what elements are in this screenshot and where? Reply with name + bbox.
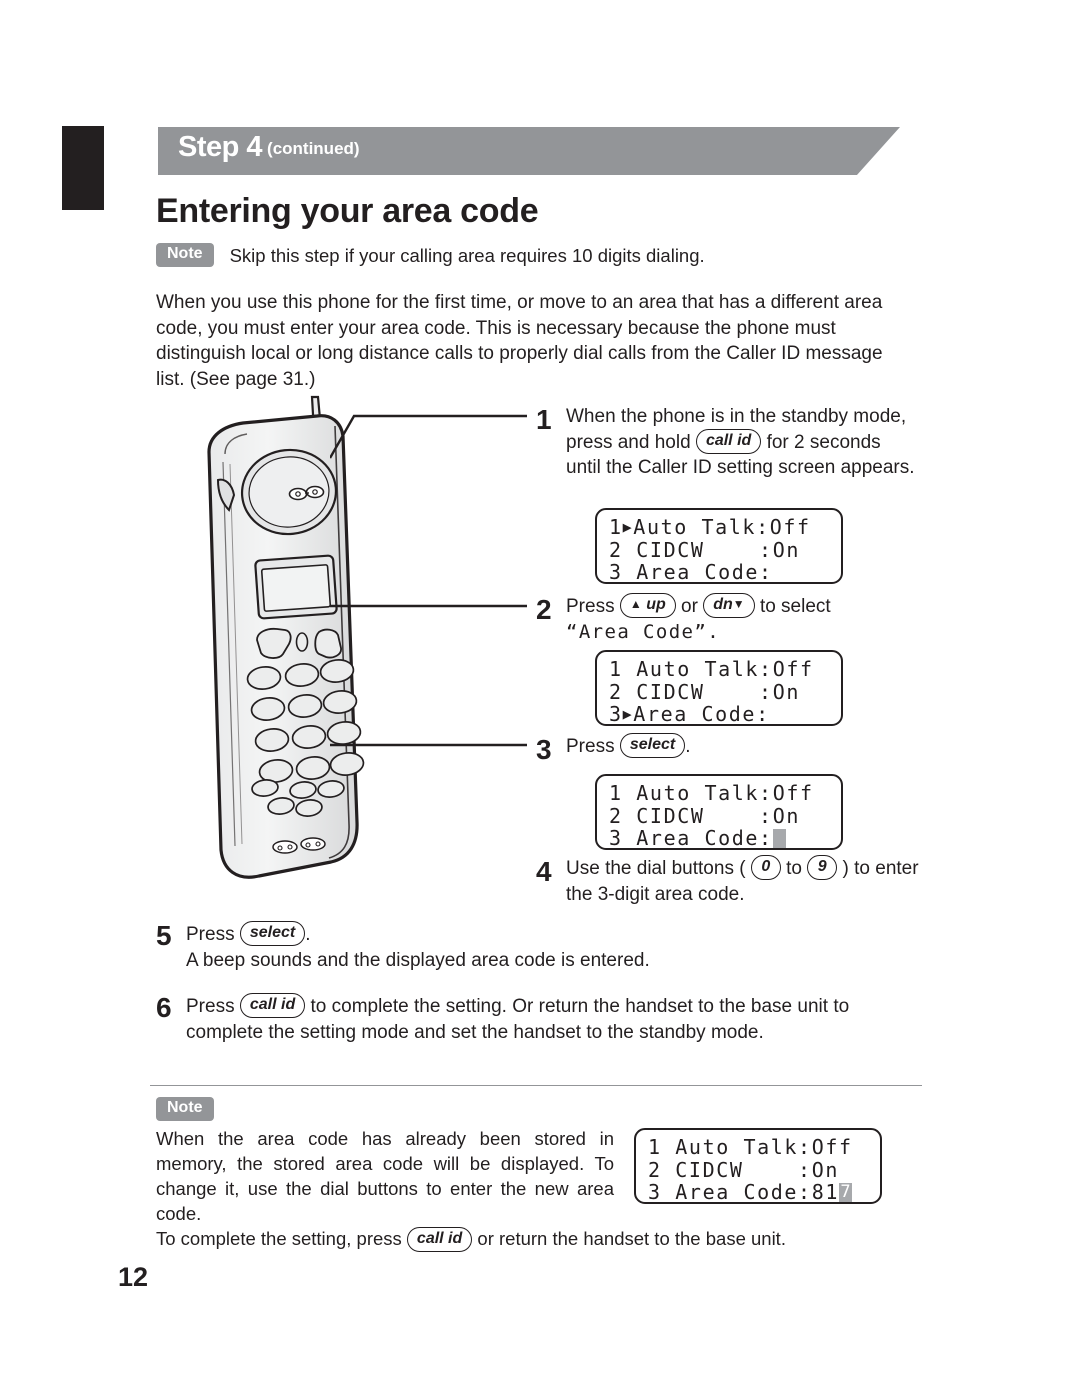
bottom-note-footer-part2: or return the handset to the base unit. — [477, 1228, 786, 1249]
step-4-text: Use the dial buttons ( 0 to 9 ) to enter… — [566, 855, 926, 907]
step-5: 5 Press select. A beep sounds and the di… — [156, 920, 916, 973]
lcd-cursor-block — [772, 828, 786, 848]
step-3-text: Press select. — [566, 733, 691, 760]
call-id-key[interactable]: call id — [406, 1226, 473, 1252]
triangle-down-icon: ▼ — [732, 597, 745, 612]
lcd3-line3-text: 3 Area Code: — [609, 826, 773, 850]
step-5-number: 5 — [156, 920, 172, 951]
step-6-text: Press call id to complete the setting. O… — [186, 993, 931, 1045]
bottom-note-footer-part1: To complete the setting, press — [156, 1228, 402, 1249]
step-3-text-part1: Press — [566, 736, 615, 757]
step-banner-label: Step 4 (continued) — [178, 131, 360, 164]
step-2: 2 Press ▲ up or dn▼ to select “Area Code… — [536, 593, 916, 645]
lcd2-line3-marker: 3 — [609, 702, 623, 726]
step-2-quoted-menu-item: “Area Code”. — [566, 620, 721, 643]
section-divider — [150, 1085, 922, 1086]
selection-arrow-icon: ▶ — [622, 517, 634, 536]
triangle-up-icon: ▲ — [629, 597, 642, 612]
step-5-text-part1: Press — [186, 924, 235, 945]
step-3-text-part2: . — [685, 736, 691, 757]
bottom-note-footer: To complete the setting, press call id o… — [156, 1226, 926, 1253]
lcd-screen-1: 1 ▶ Auto Talk:Off 2 CIDCW :On 3 Area Code: — [595, 508, 843, 584]
step-1-number: 1 — [536, 404, 552, 435]
dial-key-9[interactable]: 9 — [807, 855, 838, 881]
lcd1-line1-text: Auto Talk:Off — [633, 515, 811, 539]
step-5-subtext: A beep sounds and the displayed area cod… — [186, 949, 650, 971]
lcd-cursor-block: 7 — [838, 1181, 852, 1202]
step-3: 3 Press select. — [536, 733, 916, 765]
manual-page: Step 4 (continued) Entering your area cod… — [0, 0, 1080, 1386]
callout-leader-lines — [328, 392, 560, 792]
lcd1-line3: 3 Area Code: — [609, 560, 773, 584]
step-5-text-part2: . — [305, 924, 311, 945]
step-banner-number: Step 4 — [178, 131, 263, 163]
step-4-number: 4 — [536, 856, 552, 887]
bottom-note-badge-wrap: Note — [156, 1097, 214, 1121]
up-key-label: up — [646, 596, 666, 614]
step-4-text-part1: Use the dial buttons ( — [566, 858, 746, 879]
selection-arrow-icon: ▶ — [622, 704, 634, 723]
step-6-text-part1: Press — [186, 996, 235, 1017]
step-5-text: Press select. A beep sounds and the disp… — [186, 921, 650, 973]
step-4-text-to: to — [786, 858, 802, 879]
step-banner: Step 4 (continued) — [158, 127, 900, 175]
lcd-screen-2: 1 Auto Talk:Off 2 CIDCW :On 3 ▶ Area Code: — [595, 650, 843, 726]
step-2-text-part2: to select — [759, 596, 831, 617]
lcd4-line3-text: 3 Area Code:81 — [648, 1180, 839, 1204]
call-id-key[interactable]: call id — [239, 993, 306, 1019]
select-key[interactable]: select — [619, 733, 686, 759]
step-1-text: When the phone is in the standby mode, p… — [566, 404, 916, 481]
step-6: 6 Press call id to complete the setting.… — [156, 992, 931, 1045]
lcd2-line1: 1 Auto Talk:Off — [609, 657, 814, 681]
step-3-number: 3 — [536, 734, 552, 765]
lcd2-line2: 2 CIDCW :On — [609, 679, 800, 704]
lcd-screen-4: 1 Auto Talk:Off 2 CIDCW :On 3 Area Code:… — [634, 1128, 882, 1204]
down-key-label: dn — [713, 596, 733, 614]
up-key[interactable]: ▲ up — [619, 593, 676, 619]
note-badge: Note — [156, 243, 214, 267]
step-banner-continued: (continued) — [267, 139, 360, 158]
note-badge: Note — [156, 1097, 214, 1121]
lcd4-line1: 1 Auto Talk:Off — [648, 1135, 853, 1159]
dial-key-0[interactable]: 0 — [750, 855, 781, 881]
top-note: Note Skip this step if your calling area… — [156, 243, 705, 267]
step-1: 1 When the phone is in the standby mode,… — [536, 404, 916, 481]
lcd4-line2: 2 CIDCW :On — [648, 1157, 839, 1182]
step-2-number: 2 — [536, 594, 552, 625]
step-2-text-or: or — [681, 596, 698, 617]
lcd3-line1: 1 Auto Talk:Off — [609, 781, 814, 805]
step-2-text-part1: Press — [566, 596, 615, 617]
lcd2-line3-text: Area Code: — [633, 702, 770, 726]
select-key[interactable]: select — [239, 921, 306, 947]
page-number: 12 — [118, 1262, 149, 1292]
lcd4-line3: 3 Area Code:81 7 — [648, 1181, 870, 1204]
step-6-number: 6 — [156, 992, 172, 1023]
lcd1-line1: 1 ▶ Auto Talk:Off — [609, 516, 831, 539]
step-4: 4 Use the dial buttons ( 0 to 9 ) to ent… — [536, 855, 926, 907]
step-2-text: Press ▲ up or dn▼ to select “Area Code”. — [566, 593, 831, 645]
page-title: Entering your area code — [156, 192, 539, 230]
lcd2-line3: 3 ▶ Area Code: — [609, 703, 831, 726]
lcd1-line2: 2 CIDCW :On — [609, 537, 800, 562]
lcd3-line2: 2 CIDCW :On — [609, 803, 800, 828]
page-edge-tab — [62, 126, 104, 210]
intro-paragraph: When you use this phone for the first ti… — [156, 292, 883, 390]
lcd-screen-3: 1 Auto Talk:Off 2 CIDCW :On 3 Area Code: — [595, 774, 843, 850]
bottom-note-body: When the area code has already been stor… — [156, 1128, 614, 1224]
lcd1-line1-marker: 1 — [609, 515, 623, 539]
down-key[interactable]: dn▼ — [703, 593, 755, 619]
top-note-text: Skip this step if your calling area requ… — [229, 244, 705, 266]
call-id-key[interactable]: call id — [695, 428, 762, 454]
lcd3-line3: 3 Area Code: — [609, 827, 831, 850]
